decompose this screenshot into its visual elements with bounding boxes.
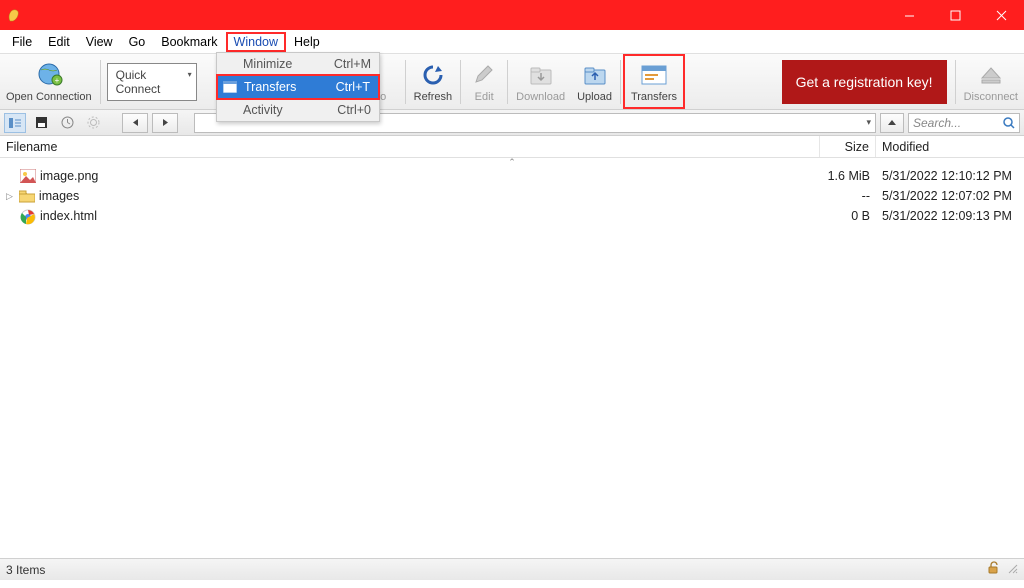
upload-button[interactable]: Upload [571,54,618,109]
separator [405,60,406,104]
filename: images [39,189,79,203]
app-icon [6,7,22,23]
filename: index.html [40,209,97,223]
eject-icon [976,61,1006,89]
toolbar-label: Refresh [414,91,453,103]
toolbar-label: Open Connection [6,91,92,103]
folder-icon [19,189,35,203]
transfers-button[interactable]: Transfers [623,54,685,109]
status-text: 3 Items [6,563,45,577]
svg-text:+: + [54,76,59,85]
toolbar-label: Edit [475,91,494,103]
list-item[interactable]: ▷ images -- 5/31/2022 12:07:02 PM [0,186,1024,206]
image-file-icon [20,169,36,183]
column-headers: Filename Size Modified [0,136,1024,158]
maximize-button[interactable] [932,0,978,30]
toolbar-label: Disconnect [964,91,1018,103]
refresh-icon [418,61,448,89]
registration-key-button[interactable]: Get a registration key! [782,60,947,104]
column-sizer[interactable]: ⌃ [0,158,1024,166]
statusbar: 3 Items [0,558,1024,580]
quick-connect-combo[interactable]: Quick Connect [107,63,197,101]
up-button[interactable] [880,113,904,133]
filesize: 0 B [820,209,876,223]
separator [100,60,101,104]
titlebar [0,0,1024,30]
menu-bookmark[interactable]: Bookmark [153,32,225,52]
separator [507,60,508,104]
header-modified[interactable]: Modified [876,136,1024,157]
toolbar: + Open Connection Quick Connect fo Refre… [0,54,1024,110]
list-item[interactable]: index.html 0 B 5/31/2022 12:09:13 PM [0,206,1024,226]
separator [460,60,461,104]
search-input[interactable]: Search... [908,113,1020,133]
menu-window[interactable]: Window [226,32,286,52]
window-controls [886,0,1024,30]
close-button[interactable] [978,0,1024,30]
dropdown-transfers[interactable]: Transfers Ctrl+T [216,74,380,100]
dropdown-activity[interactable]: Activity Ctrl+0 [217,99,379,121]
window-icon [223,81,237,93]
chrome-file-icon [20,209,36,223]
expand-caret-icon[interactable]: ▷ [6,191,13,202]
list-item[interactable]: image.png 1.6 MiB 5/31/2022 12:10:12 PM [0,166,1024,186]
save-icon-button[interactable] [30,113,52,133]
refresh-button[interactable]: Refresh [408,54,459,109]
lock-icon [986,561,1000,578]
forward-button[interactable] [152,113,178,133]
pencil-icon [469,61,499,89]
menu-shortcut: Ctrl+M [334,57,371,71]
menu-shortcut: Ctrl+T [336,80,370,94]
menu-help[interactable]: Help [286,32,328,52]
search-icon [1002,116,1016,133]
toolbar-label: Transfers [631,91,677,103]
file-browser: Filename Size Modified ⌃ image.png 1.6 M… [0,136,1024,558]
download-button[interactable]: Download [510,54,571,109]
filename: image.png [40,169,98,183]
header-filename[interactable]: Filename [0,136,820,157]
filemodified: 5/31/2022 12:10:12 PM [876,169,1024,183]
filesize: 1.6 MiB [820,169,876,183]
window-dropdown: Minimize Ctrl+M Transfers Ctrl+T Activit… [216,52,380,122]
header-size[interactable]: Size [820,136,876,157]
edit-button[interactable]: Edit [463,54,505,109]
minimize-button[interactable] [886,0,932,30]
history-icon-button[interactable] [56,113,78,133]
menu-label: Transfers [244,80,296,94]
toolbar-label: Upload [577,91,612,103]
transfers-icon [639,61,669,89]
disconnect-button[interactable]: Disconnect [958,54,1024,109]
menu-edit[interactable]: Edit [40,32,78,52]
resize-grip-icon[interactable] [1006,562,1018,577]
menu-go[interactable]: Go [121,32,154,52]
search-placeholder: Search... [913,116,961,130]
upload-icon [580,61,610,89]
menubar: File Edit View Go Bookmark Window Help M… [0,30,1024,54]
filesize: -- [820,189,876,203]
menu-view[interactable]: View [78,32,121,52]
menu-label: Activity [243,103,283,117]
menu-shortcut: Ctrl+0 [337,103,371,117]
view-list-button[interactable] [4,113,26,133]
navbar: Search... [0,110,1024,136]
toolbar-label: Download [516,91,565,103]
dropdown-minimize[interactable]: Minimize Ctrl+M [217,53,379,75]
menu-label: Minimize [243,57,292,71]
open-connection-button[interactable]: + Open Connection [0,54,98,109]
back-button[interactable] [122,113,148,133]
separator [955,60,956,104]
separator [620,60,621,104]
globe-icon: + [34,61,64,89]
download-icon [526,61,556,89]
menu-file[interactable]: File [4,32,40,52]
filemodified: 5/31/2022 12:07:02 PM [876,189,1024,203]
filemodified: 5/31/2022 12:09:13 PM [876,209,1024,223]
settings-icon-button[interactable] [82,113,104,133]
